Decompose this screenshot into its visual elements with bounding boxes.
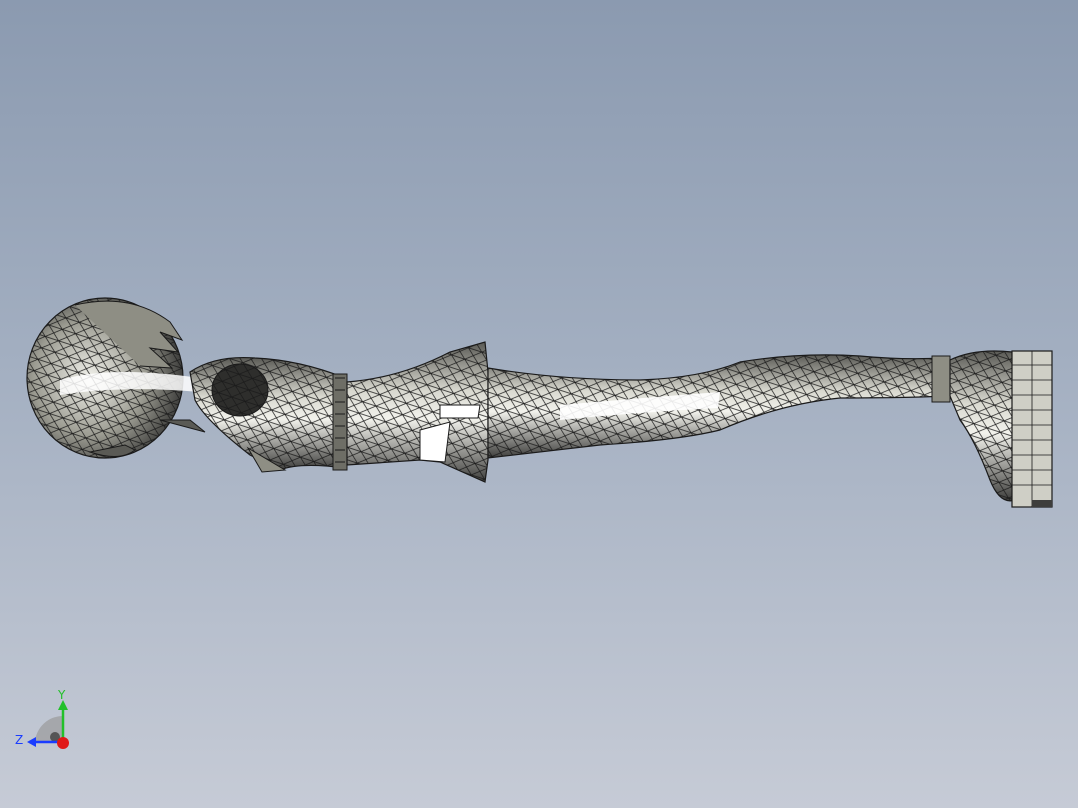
z-axis-label: Z	[15, 733, 23, 747]
foot-mesh	[949, 350, 1053, 508]
orientation-triad[interactable]: Y Z	[0, 680, 90, 770]
graphics-viewport[interactable]: Y Z	[0, 0, 1078, 808]
head-mesh	[26, 297, 206, 459]
torso-mesh	[189, 356, 348, 473]
y-axis-label: Y	[57, 688, 66, 702]
x-axis-dot	[57, 737, 69, 749]
z-axis-arrowhead	[27, 737, 36, 747]
leg-mesh	[487, 354, 951, 459]
mesh-model[interactable]	[0, 0, 1078, 808]
skirt-mesh	[346, 341, 489, 483]
